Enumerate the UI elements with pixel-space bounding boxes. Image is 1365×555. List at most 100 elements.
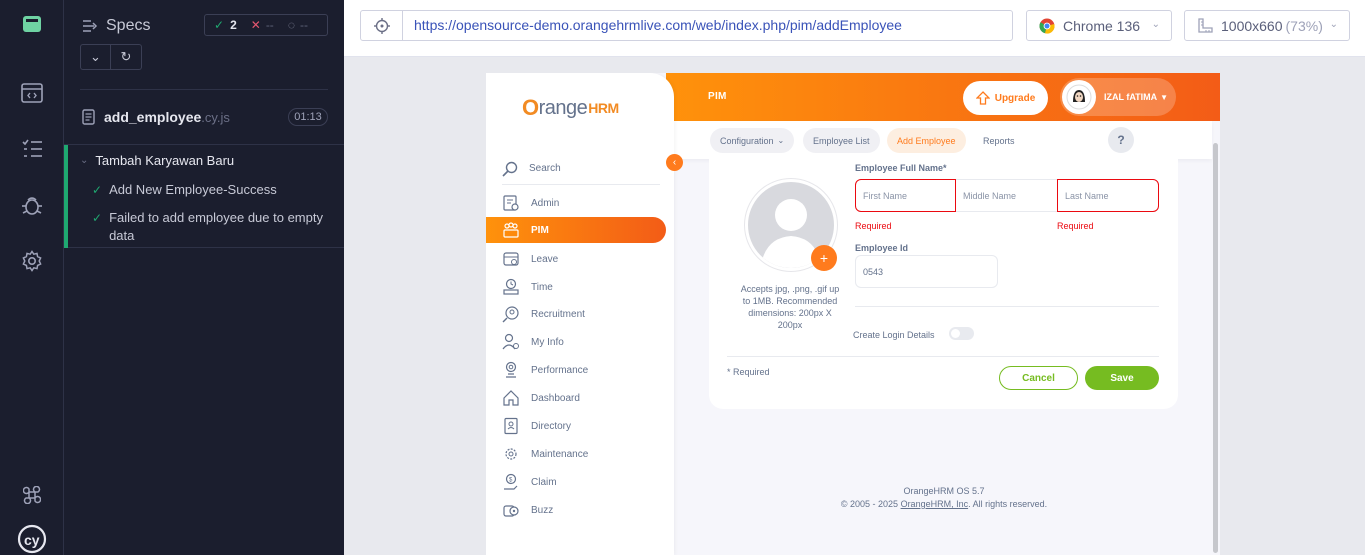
sidebar-search[interactable]: Search — [502, 153, 660, 185]
app-header: PIM Upgrade IZAL fATIMA ▼ — [666, 73, 1220, 121]
cancel-button[interactable]: Cancel — [999, 366, 1078, 390]
last-name-error: Required — [1057, 221, 1094, 231]
caret-down-icon: ▼ — [1160, 92, 1169, 102]
buzz-icon — [503, 505, 519, 517]
chevron-down-icon: ⌄ — [1151, 19, 1160, 30]
browser-label: Chrome 136 — [1063, 17, 1141, 34]
dashboard-home-icon — [503, 390, 519, 406]
specs-list-icon[interactable] — [17, 134, 47, 164]
help-button[interactable]: ? — [1108, 127, 1134, 153]
sidebar-item-leave[interactable]: Leave — [502, 246, 664, 272]
tab-configuration[interactable]: Configuration ⌄ — [710, 128, 795, 153]
pim-icon — [503, 222, 519, 238]
first-name-error: Required — [855, 221, 892, 231]
plus-icon: + — [819, 250, 829, 266]
pending-count: ◌ -- — [287, 18, 308, 32]
spec-file-row[interactable]: add_employee .cy.js 01:13 — [82, 106, 328, 128]
collapse-button[interactable]: ⌄ — [80, 44, 111, 70]
sidebar-item-time[interactable]: Time — [502, 274, 664, 300]
chevron-down-icon: ⌄ — [1329, 19, 1338, 30]
company-link[interactable]: OrangeHRM, Inc — [901, 499, 969, 509]
search-icon — [502, 161, 518, 177]
chevron-down-icon: ⌄ — [80, 155, 89, 166]
specs-panel: Specs ✓ 2 ✕ -- ◌ -- ⌄ ↻ add_employee .cy.js … — [64, 0, 344, 555]
check-icon: ✓ — [92, 211, 103, 225]
specs-header[interactable]: Specs — [82, 17, 150, 35]
admin-icon — [503, 195, 519, 211]
viewport-selector[interactable]: 1000x660 (73%) ⌄ — [1184, 10, 1350, 41]
suite-status-bar — [64, 145, 68, 248]
page-title: PIM — [708, 91, 727, 102]
aut-canvas: Orange HRM Search Admin PIM Leave Time R… — [344, 57, 1365, 555]
spec-file-name: add_employee — [104, 109, 202, 125]
rerun-button[interactable]: ↻ — [111, 44, 142, 70]
spec-file-ext: .cy.js — [201, 109, 230, 125]
suite-title-row[interactable]: ⌄ Tambah Karyawan Baru — [80, 153, 234, 168]
sidebar-item-admin[interactable]: Admin — [502, 190, 664, 216]
photo-hint: Accepts jpg, .png, .gif up to 1MB. Recom… — [740, 284, 840, 330]
viewport-label: 1000x660 — [1221, 17, 1283, 34]
sidebar-item-recruitment[interactable]: Recruitment — [502, 301, 664, 327]
cypress-logo-icon: cy — [17, 524, 47, 554]
sidebar-item-my-info[interactable]: My Info — [502, 329, 664, 355]
sidebar-item-buzz[interactable]: Buzz — [502, 497, 664, 523]
add-employee-form: + Accepts jpg, .png, .gif up to 1MB. Rec… — [709, 159, 1178, 409]
x-icon: ✕ — [250, 18, 261, 32]
keyboard-shortcuts-icon[interactable] — [17, 480, 47, 510]
url-bar[interactable]: https://opensource-demo.orangehrmlive.co… — [360, 10, 1013, 41]
employee-id-label: Employee Id — [855, 243, 909, 253]
middle-name-input[interactable]: Middle Name — [956, 179, 1057, 212]
test-title: Failed to add employee due to empty data — [109, 210, 323, 243]
user-dropdown[interactable]: IZAL fATIMA ▼ — [1060, 78, 1176, 116]
specs-toggle-icon — [83, 20, 98, 32]
footer-copyright: © 2005 - 2025 OrangeHRM, Inc. All rights… — [840, 499, 1048, 509]
sidebar-item-claim[interactable]: $ Claim — [502, 469, 664, 495]
upgrade-arrow-icon — [975, 91, 990, 105]
crosshair-icon — [373, 17, 390, 34]
app-footer: OrangeHRM OS 5.7 © 2005 - 2025 OrangeHRM… — [674, 485, 1214, 511]
url-text[interactable]: https://opensource-demo.orangehrmlive.co… — [403, 11, 902, 40]
sidebar-collapse-button[interactable]: ‹ — [666, 154, 683, 171]
upgrade-button[interactable]: Upgrade — [963, 81, 1048, 115]
settings-gear-icon[interactable] — [17, 246, 47, 276]
test-item[interactable]: ✓ Add New Employee-Success — [92, 181, 332, 199]
tab-employee-list[interactable]: Employee List — [803, 128, 880, 153]
cypress-app-icon[interactable] — [17, 9, 47, 39]
tab-add-employee[interactable]: Add Employee — [887, 128, 966, 153]
employee-id-input[interactable]: 0543 — [855, 255, 998, 288]
tab-reports[interactable]: Reports — [973, 128, 1025, 153]
chevron-down-icon: ⌄ — [90, 49, 101, 64]
performance-icon — [505, 361, 517, 378]
chevron-left-icon: ‹ — [672, 157, 677, 168]
nav-rail: cy — [0, 0, 64, 555]
sidebar-item-dashboard[interactable]: Dashboard — [502, 385, 664, 411]
test-item[interactable]: ✓ Failed to add employee due to empty dat… — [92, 209, 332, 245]
browser-selector[interactable]: Chrome 136 ⌄ — [1026, 10, 1172, 41]
sidebar-item-directory[interactable]: Directory — [502, 413, 664, 439]
add-photo-button[interactable]: + — [811, 245, 837, 271]
pending-circle-icon: ◌ — [287, 18, 295, 32]
chrome-icon — [1039, 18, 1055, 34]
app-sidebar: Orange HRM Search Admin PIM Leave Time R… — [486, 73, 674, 555]
create-login-label: Create Login Details — [853, 330, 935, 340]
sidebar-item-performance[interactable]: Performance — [502, 357, 664, 383]
orangehrm-logo[interactable]: Orange HRM — [522, 95, 619, 121]
user-name: IZAL fATIMA — [1104, 92, 1158, 102]
runs-icon[interactable] — [17, 78, 47, 108]
aut-scrollbar[interactable] — [1213, 143, 1218, 553]
save-button[interactable]: Save — [1085, 366, 1159, 390]
chevron-down-icon: ⌄ — [777, 136, 785, 145]
sidebar-item-pim[interactable]: PIM — [486, 217, 666, 243]
selector-playground-button[interactable] — [361, 11, 403, 40]
ruler-icon — [1198, 17, 1213, 33]
document-icon — [82, 109, 95, 125]
last-name-input[interactable]: Last Name — [1057, 179, 1159, 212]
divider — [727, 356, 1159, 357]
debug-bug-icon[interactable] — [17, 190, 47, 220]
required-note: * Required — [727, 367, 770, 377]
maintenance-gear-icon — [505, 448, 517, 460]
cypress-runner: cy Specs ✓ 2 ✕ -- ◌ -- ⌄ ↻ add_employee .cy.… — [0, 0, 1365, 555]
sidebar-item-maintenance[interactable]: Maintenance — [502, 441, 664, 467]
first-name-input[interactable]: First Name — [855, 179, 956, 212]
create-login-toggle[interactable] — [949, 327, 974, 340]
